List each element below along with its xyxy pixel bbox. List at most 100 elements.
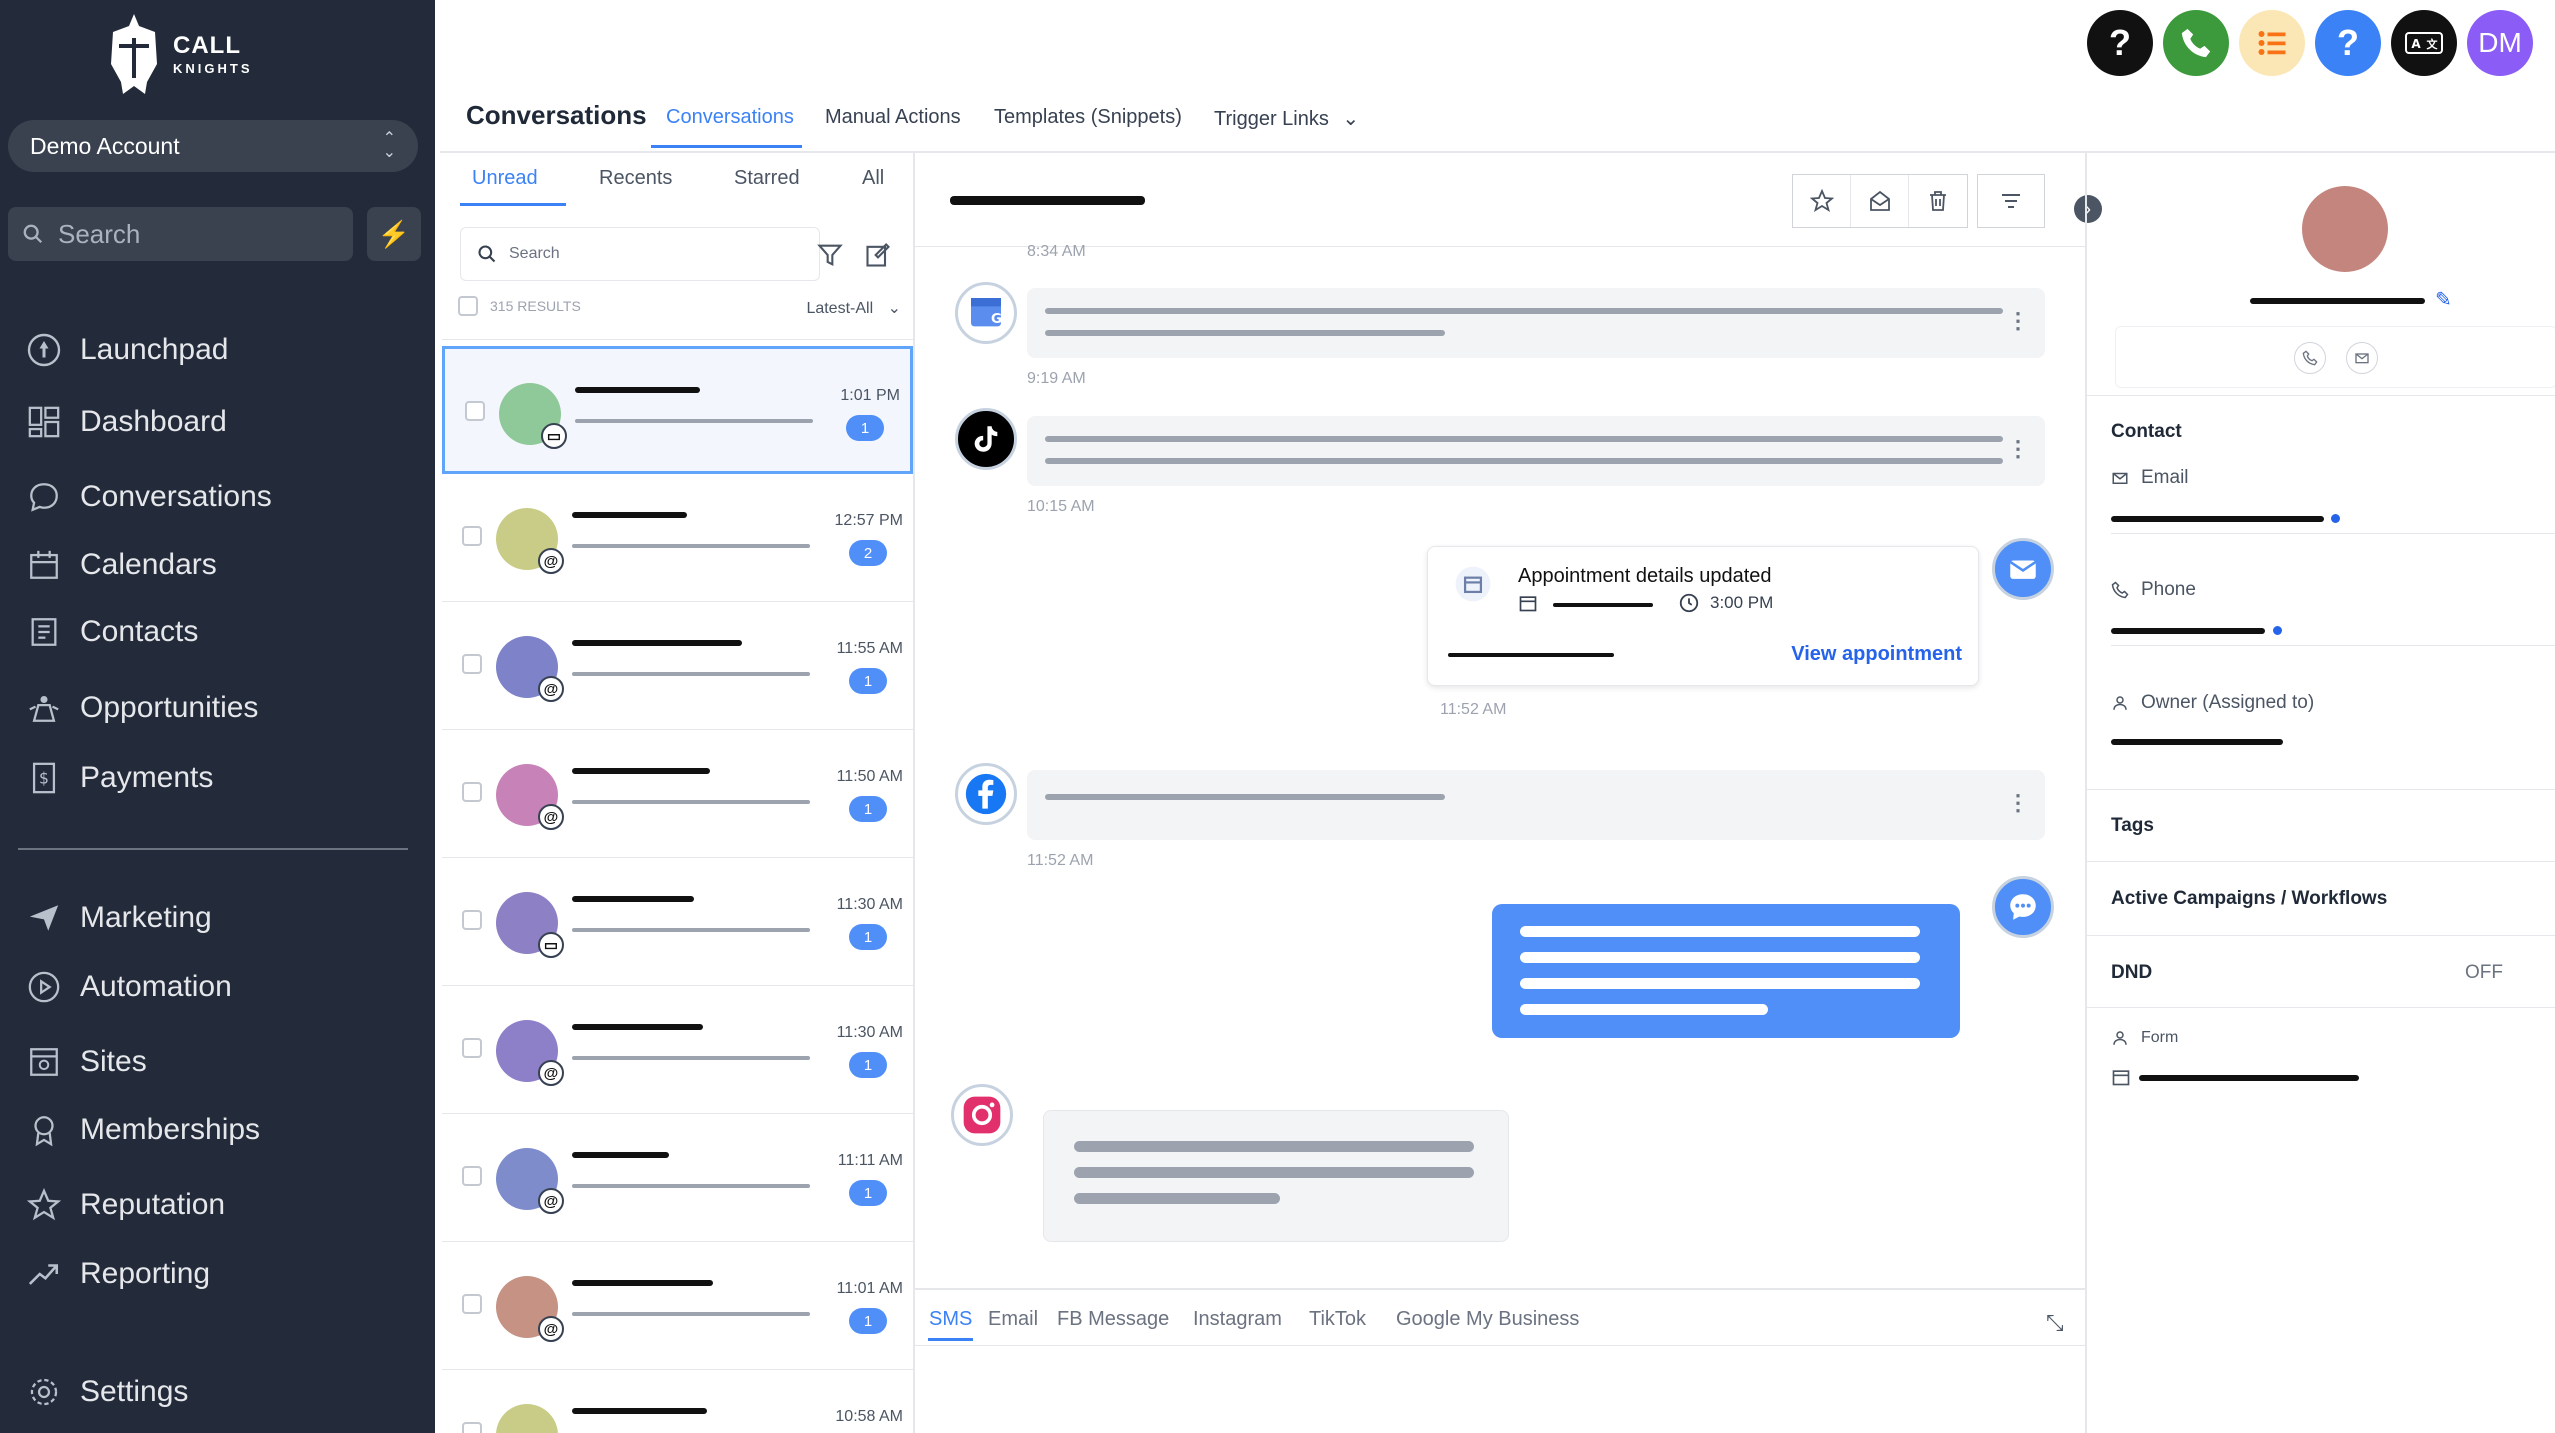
tags-heading[interactable]: Tags bbox=[2111, 815, 2154, 837]
compose-icon[interactable] bbox=[864, 241, 892, 269]
avatar bbox=[496, 1404, 558, 1433]
sidebar-item-reputation[interactable]: Reputation bbox=[24, 1180, 225, 1230]
sidebar-item-contacts[interactable]: Contacts bbox=[24, 607, 198, 657]
composer-tab-fb-message[interactable]: FB Message bbox=[1057, 1308, 1169, 1331]
composer-tab-instagram[interactable]: Instagram bbox=[1193, 1308, 1282, 1331]
account-switcher[interactable]: Demo Account ⌃ ⌄ bbox=[8, 120, 418, 172]
sort-dropdown[interactable]: Latest-All ⌄ bbox=[806, 298, 901, 318]
contact-name-redacted bbox=[572, 512, 687, 518]
sidebar-item-sites[interactable]: Sites bbox=[24, 1037, 147, 1087]
composer-tab-email[interactable]: Email bbox=[988, 1308, 1038, 1331]
logo-line2: KNIGHTS bbox=[173, 60, 253, 76]
row-checkbox[interactable] bbox=[462, 526, 482, 546]
owner-value-redacted[interactable] bbox=[2111, 739, 2283, 745]
message-timestamp: 10:15 AM bbox=[1027, 498, 1095, 515]
tab-recents[interactable]: Recents bbox=[599, 167, 672, 190]
conversation-row[interactable]: ▭ 11:30 AM 1 bbox=[442, 858, 913, 986]
user-avatar[interactable]: DM bbox=[2467, 10, 2533, 76]
composer-tab-google-my-business[interactable]: Google My Business bbox=[1396, 1308, 1579, 1331]
composer-tab-tiktok[interactable]: TikTok bbox=[1309, 1308, 1366, 1331]
phone-value-redacted[interactable] bbox=[2111, 628, 2265, 634]
conversation-list-panel: Unread Recents Starred All Search 315 RE… bbox=[442, 153, 915, 1433]
calendar-icon bbox=[2112, 1070, 2130, 1086]
tab-conversations[interactable]: Conversations bbox=[666, 106, 794, 129]
conversation-row[interactable]: ▭ 1:01 PM 1 bbox=[442, 346, 913, 474]
row-checkbox[interactable] bbox=[462, 910, 482, 930]
logo: CALL KNIGHTS bbox=[105, 12, 255, 96]
row-checkbox[interactable] bbox=[462, 1294, 482, 1314]
campaigns-heading[interactable]: Active Campaigns / Workflows bbox=[2111, 888, 2387, 910]
translate-button[interactable]: A文 bbox=[2391, 10, 2457, 76]
dnd-toggle-value[interactable]: OFF bbox=[2465, 962, 2503, 984]
sidebar-item-memberships[interactable]: Memberships bbox=[24, 1105, 260, 1155]
composer-tab-sms[interactable]: SMS bbox=[929, 1308, 972, 1331]
row-checkbox[interactable] bbox=[465, 401, 485, 421]
tab-unread[interactable]: Unread bbox=[472, 167, 538, 190]
sidebar-item-settings[interactable]: Settings bbox=[24, 1367, 188, 1417]
call-contact-button[interactable] bbox=[2294, 342, 2326, 374]
contact-name-redacted bbox=[572, 1152, 669, 1158]
conversation-row[interactable]: @11:11 AM 1 bbox=[442, 1114, 913, 1242]
quick-action-bolt-icon[interactable]: ⚡ bbox=[367, 207, 421, 261]
sidebar-item-dashboard[interactable]: Dashboard bbox=[24, 397, 227, 447]
message-menu-icon[interactable]: ⋮ bbox=[2007, 436, 2029, 462]
tab-starred[interactable]: Starred bbox=[734, 167, 800, 190]
message-menu-icon[interactable]: ⋮ bbox=[2007, 790, 2029, 816]
calendar-icon bbox=[1455, 566, 1491, 602]
tab-manual-actions[interactable]: Manual Actions bbox=[825, 106, 961, 129]
tab-trigger-links[interactable]: Trigger Links ⌄ bbox=[1214, 106, 1359, 131]
tab-templates[interactable]: Templates (Snippets) bbox=[994, 106, 1182, 129]
email-value-redacted[interactable] bbox=[2111, 516, 2324, 522]
conversation-row[interactable]: @10:58 AM1 bbox=[442, 1370, 913, 1433]
row-checkbox[interactable] bbox=[462, 1038, 482, 1058]
conversation-row[interactable]: @11:55 AM 1 bbox=[442, 602, 913, 730]
contact-name-redacted bbox=[2250, 298, 2425, 304]
tasks-button[interactable] bbox=[2239, 10, 2305, 76]
sidebar-search[interactable]: Search bbox=[8, 207, 353, 261]
sidebar-item-calendars[interactable]: Calendars bbox=[24, 540, 217, 590]
conversation-row[interactable]: @11:30 AM 1 bbox=[442, 986, 913, 1114]
chat-filter-button[interactable] bbox=[1978, 175, 2044, 227]
conversation-row[interactable]: @11:01 AM 1 bbox=[442, 1242, 913, 1370]
delete-button[interactable] bbox=[1909, 175, 1967, 227]
conversation-row[interactable]: @11:50 AM 1 bbox=[442, 730, 913, 858]
row-checkbox[interactable] bbox=[462, 654, 482, 674]
tab-all[interactable]: All bbox=[862, 167, 884, 190]
browser-icon bbox=[24, 1042, 64, 1082]
contact-name-redacted bbox=[572, 1024, 703, 1030]
row-checkbox[interactable] bbox=[462, 782, 482, 802]
help-button[interactable]: ? bbox=[2087, 10, 2153, 76]
message-text-redacted bbox=[1520, 926, 1920, 937]
sidebar-item-reporting[interactable]: Reporting bbox=[24, 1249, 210, 1299]
sidebar-item-automation[interactable]: Automation bbox=[24, 962, 232, 1012]
phone-label: Phone bbox=[2111, 579, 2196, 601]
view-appointment-link[interactable]: View appointment bbox=[1791, 643, 1962, 666]
phone-label-text: Phone bbox=[2141, 579, 2196, 600]
expand-composer-icon[interactable]: ⤡ bbox=[2046, 1310, 2064, 1336]
select-all-checkbox[interactable] bbox=[458, 296, 478, 316]
support-button[interactable]: ? bbox=[2315, 10, 2381, 76]
filter-icon[interactable] bbox=[816, 241, 844, 269]
conversation-row[interactable]: @12:57 PM 2 bbox=[442, 474, 913, 602]
message-menu-icon[interactable]: ⋮ bbox=[2007, 308, 2029, 334]
email-channel-icon: @ bbox=[538, 1188, 564, 1214]
list-tab-indicator bbox=[460, 203, 566, 206]
list-search-input[interactable]: Search bbox=[460, 227, 820, 281]
sidebar-item-opportunities[interactable]: Opportunities bbox=[24, 683, 258, 733]
mark-read-button[interactable] bbox=[1851, 175, 1909, 227]
star-button[interactable] bbox=[1793, 175, 1851, 227]
email-channel-icon: @ bbox=[538, 1060, 564, 1086]
sidebar-item-launchpad[interactable]: Launchpad bbox=[24, 325, 228, 375]
sidebar-item-payments[interactable]: $ Payments bbox=[24, 753, 213, 803]
appointment-title: Appointment details updated bbox=[1518, 565, 1772, 587]
email-contact-button[interactable] bbox=[2346, 342, 2378, 374]
composer-tab-divider bbox=[915, 1345, 2085, 1346]
row-checkbox[interactable] bbox=[462, 1166, 482, 1186]
sidebar-item-marketing[interactable]: Marketing bbox=[24, 893, 212, 943]
edit-pencil-icon[interactable]: ✎ bbox=[2435, 287, 2452, 312]
question-icon: ? bbox=[2337, 22, 2359, 63]
row-checkbox[interactable] bbox=[462, 1422, 482, 1433]
phone-button[interactable] bbox=[2163, 10, 2229, 76]
sidebar-item-conversations[interactable]: Conversations bbox=[24, 472, 272, 522]
sms-channel-icon: ▭ bbox=[541, 423, 567, 449]
